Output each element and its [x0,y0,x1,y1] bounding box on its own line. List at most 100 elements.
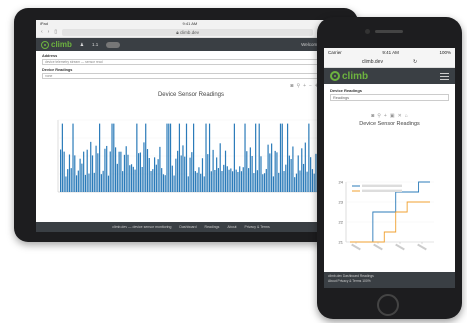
bar [65,176,67,192]
bar [111,123,113,192]
bar [90,141,92,192]
bar [271,143,273,192]
footer-link-3[interactable]: About [227,225,236,229]
bar [102,170,104,192]
bar [150,171,152,192]
book-icon[interactable]: ▯ [54,29,57,35]
footer-link-0[interactable]: climb.dev — device sensor monitoring [112,225,171,229]
bar [185,123,188,192]
y-tick-label: 22 [339,220,344,225]
bar [125,146,127,192]
x-tick-label-placeholder [373,243,383,251]
tablet-screen: iPad 9:41 AM 100% ‹ › ▯ 🔒︎ climb.dev ↻ ⇪… [36,20,346,232]
bar [258,123,260,192]
climb-logo-icon [41,40,49,49]
bar [152,169,154,192]
bar [79,158,81,192]
bar [153,157,156,192]
tablet-footer: climb.dev — device sensor monitoring Das… [36,222,346,232]
zoom-icon[interactable]: ⚲ [296,83,300,89]
phone-field-select[interactable]: Readings [330,94,449,101]
bar [178,123,181,192]
bar [295,173,298,192]
bar [171,165,173,192]
bar [166,123,168,192]
phone-reload-icon[interactable]: ↻ [413,59,417,65]
tablet-form: Address device telemetry stream — sensor… [36,51,346,79]
address-bar[interactable]: 🔒︎ climb.dev [62,28,314,36]
x-tick-label-placeholder [395,243,405,251]
bar [311,169,314,192]
bar [116,163,118,192]
menu-icon[interactable] [440,72,449,80]
back-icon[interactable]: ‹ [41,29,43,35]
bar [201,158,204,192]
camera-icon[interactable]: ◙ [290,83,293,89]
nav-version[interactable]: 1.1 [92,42,98,47]
climb-logo[interactable]: climb [41,40,72,49]
field1-input[interactable]: device telemetry stream — sensor read [42,59,340,65]
y-tick-label: 24 [339,180,344,185]
speaker [375,30,403,33]
status-carrier: iPad [40,21,49,26]
bar [217,168,220,192]
bar [107,175,110,192]
forward-icon[interactable]: › [48,29,50,35]
phone-form: Device Readings Readings [324,84,455,101]
bar [177,150,179,192]
phone-screen: Carrier 9:41 AM 100% climb.dev ↻ climb D… [324,48,455,288]
phone-zoom-icon[interactable]: ⚲ [377,113,381,119]
bar [297,155,299,192]
bar [244,123,246,192]
bar [208,123,211,192]
bar [99,123,101,192]
phone-home-icon[interactable]: ⌂ [405,113,408,119]
footer-link-2[interactable]: Readings [205,225,220,229]
bar [146,149,149,192]
bar [91,155,94,192]
phone-climb-logo[interactable]: climb [330,71,368,82]
bar [230,168,232,192]
device-mockup: iPad 9:41 AM 100% ‹ › ▯ 🔒︎ climb.dev ↻ ⇪… [0,0,467,323]
bar [100,174,102,192]
phone-close-icon[interactable]: ✕ [398,113,402,119]
bar [219,143,221,192]
bar [283,171,285,192]
bar [278,172,280,192]
phone-camera-icon[interactable]: ◙ [371,113,374,119]
nav-user-icon[interactable]: ♟ [80,42,84,48]
bar [205,123,207,192]
bar [191,152,193,192]
bar [306,171,308,192]
phone-plus-icon[interactable]: + [384,113,387,119]
bar [72,123,74,192]
footer-link-1[interactable]: Dashboard [179,225,196,229]
home-button[interactable] [377,294,399,316]
tablet-device: iPad 9:41 AM 100% ‹ › ▯ 🔒︎ climb.dev ↻ ⇪… [14,8,358,242]
bar [269,153,271,192]
phone-footer-line2[interactable]: About Privacy & Terms 100% [328,279,451,284]
phone-address-bar[interactable]: climb.dev ↻ [324,56,455,68]
phone-chart-toolbar: ◙ ⚲ + ▣ ✕ ⌂ [324,111,455,120]
phone-field-label: Device Readings [330,88,363,93]
bar [272,176,274,192]
phone-device: Carrier 9:41 AM 100% climb.dev ↻ climb D… [317,17,462,319]
phone-box-icon[interactable]: ▣ [390,113,395,119]
url-text: climb.dev [179,29,199,35]
bar [221,170,223,192]
bar [260,156,262,192]
bar [265,168,267,192]
lock-icon: 🔒︎ [176,29,179,35]
field2-select[interactable]: none [42,73,340,79]
minus-icon[interactable]: − [309,83,312,89]
phone-line-chart: 21 22 23 24 [339,180,434,251]
bar [253,173,255,192]
bar [235,169,237,192]
phone-url-text: climb.dev [361,58,383,65]
plus-icon[interactable]: + [303,83,306,89]
nav-toggle[interactable] [106,41,121,48]
bar [157,159,159,192]
bar [138,153,140,192]
footer-link-4[interactable]: Privacy & Terms [245,225,270,229]
bar [228,169,230,192]
